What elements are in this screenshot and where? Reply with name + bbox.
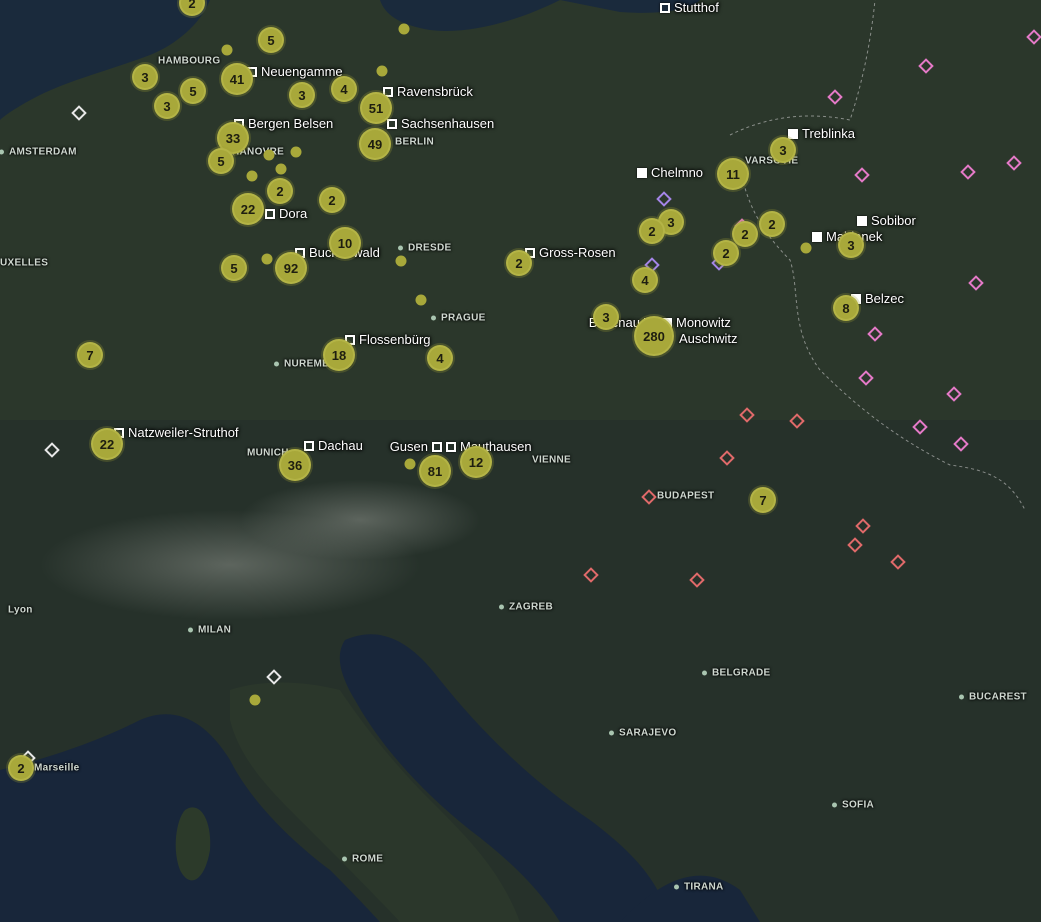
- cluster-marker[interactable]: 11: [717, 158, 749, 190]
- cluster-marker[interactable]: 3: [132, 64, 158, 90]
- cluster-marker[interactable]: 7: [77, 342, 103, 368]
- cluster-marker[interactable]: 7: [750, 487, 776, 513]
- cluster-marker[interactable]: 5: [208, 148, 234, 174]
- cluster-marker[interactable]: 3: [289, 82, 315, 108]
- city-label-rome: ROME: [342, 854, 383, 865]
- cluster-marker[interactable]: 2: [506, 250, 532, 276]
- camp-square-icon: [387, 119, 397, 129]
- camp-square-icon: [637, 168, 647, 178]
- cluster-marker[interactable]: 2: [713, 240, 739, 266]
- camp-square-icon: [446, 442, 456, 452]
- cluster-marker[interactable]: 3: [154, 93, 180, 119]
- cluster-marker[interactable]: 81: [419, 455, 451, 487]
- cluster-marker[interactable]: 22: [91, 428, 123, 460]
- cluster-marker[interactable]: 4: [632, 267, 658, 293]
- cluster-marker[interactable]: 36: [279, 449, 311, 481]
- cluster-marker[interactable]: 10: [329, 227, 361, 259]
- site-point[interactable]: [800, 242, 812, 254]
- cluster-marker[interactable]: 51: [360, 92, 392, 124]
- city-label-bucarest: BUCAREST: [959, 692, 1027, 703]
- cluster-marker[interactable]: 3: [770, 137, 796, 163]
- site-point[interactable]: [290, 146, 302, 158]
- cluster-marker[interactable]: 5: [221, 255, 247, 281]
- city-label-zagreb: ZAGREB: [499, 602, 553, 613]
- city-label-budapest: BUDAPEST: [657, 490, 715, 502]
- cluster-marker[interactable]: 49: [359, 128, 391, 160]
- site-point[interactable]: [275, 163, 287, 175]
- site-point[interactable]: [246, 170, 258, 182]
- camp-square-icon: [432, 442, 442, 452]
- cluster-marker[interactable]: 2: [639, 218, 665, 244]
- site-point[interactable]: [376, 65, 388, 77]
- cluster-marker[interactable]: 12: [460, 446, 492, 478]
- city-label-bruxelles: UXELLES: [0, 257, 49, 269]
- cluster-marker[interactable]: 8: [833, 295, 859, 321]
- cluster-marker[interactable]: 5: [180, 78, 206, 104]
- city-label-sofia: SOFIA: [832, 800, 874, 811]
- cluster-marker[interactable]: 3: [838, 232, 864, 258]
- cluster-marker[interactable]: 41: [221, 63, 253, 95]
- site-point[interactable]: [249, 694, 261, 706]
- site-point[interactable]: [395, 255, 407, 267]
- city-label-dresde: DRESDE: [398, 243, 451, 254]
- cluster-marker[interactable]: 22: [232, 193, 264, 225]
- cluster-marker[interactable]: 280: [634, 316, 674, 356]
- cluster-marker[interactable]: 92: [275, 252, 307, 284]
- cluster-marker[interactable]: 2: [759, 211, 785, 237]
- city-label-vienne: VIENNE: [532, 454, 572, 466]
- cluster-marker[interactable]: 3: [593, 304, 619, 330]
- cluster-marker[interactable]: 2: [8, 755, 34, 781]
- cluster-marker[interactable]: 2: [732, 221, 758, 247]
- city-label-belgrade: BELGRADE: [702, 668, 771, 679]
- site-point[interactable]: [261, 253, 273, 265]
- cluster-marker[interactable]: 4: [427, 345, 453, 371]
- site-point[interactable]: [404, 458, 416, 470]
- camp-square-icon: [788, 129, 798, 139]
- city-label-amsterdam: AMSTERDAM: [0, 147, 77, 158]
- camp-square-icon: [857, 216, 867, 226]
- map-canvas[interactable]: HAMBOURG AMSTERDAM HANOVRE BERLIN VARSOV…: [0, 0, 1041, 922]
- city-label-milan: MILAN: [188, 625, 231, 636]
- city-label-berlin: BERLIN: [395, 136, 435, 148]
- camp-square-icon: [304, 441, 314, 451]
- cluster-marker[interactable]: 18: [323, 339, 355, 371]
- cluster-marker[interactable]: 2: [319, 187, 345, 213]
- camp-square-icon: [812, 232, 822, 242]
- city-label-prague: PRAGUE: [431, 313, 486, 324]
- site-point[interactable]: [398, 23, 410, 35]
- site-point[interactable]: [263, 149, 275, 161]
- site-point[interactable]: [221, 44, 233, 56]
- city-label-lyon: Lyon: [8, 604, 33, 616]
- city-label-hamburg: HAMBOURG: [158, 55, 221, 67]
- site-point[interactable]: [415, 294, 427, 306]
- city-label-sarajevo: SARAJEVO: [609, 728, 676, 739]
- camp-square-icon: [265, 209, 275, 219]
- city-label-tirana: TIRANA: [674, 882, 724, 893]
- cluster-marker[interactable]: 2: [267, 178, 293, 204]
- city-label-marseille: Marseille: [34, 762, 80, 774]
- cluster-marker[interactable]: 4: [331, 76, 357, 102]
- camp-square-icon: [660, 3, 670, 13]
- satellite-basemap: [0, 0, 1041, 922]
- cluster-marker[interactable]: 5: [258, 27, 284, 53]
